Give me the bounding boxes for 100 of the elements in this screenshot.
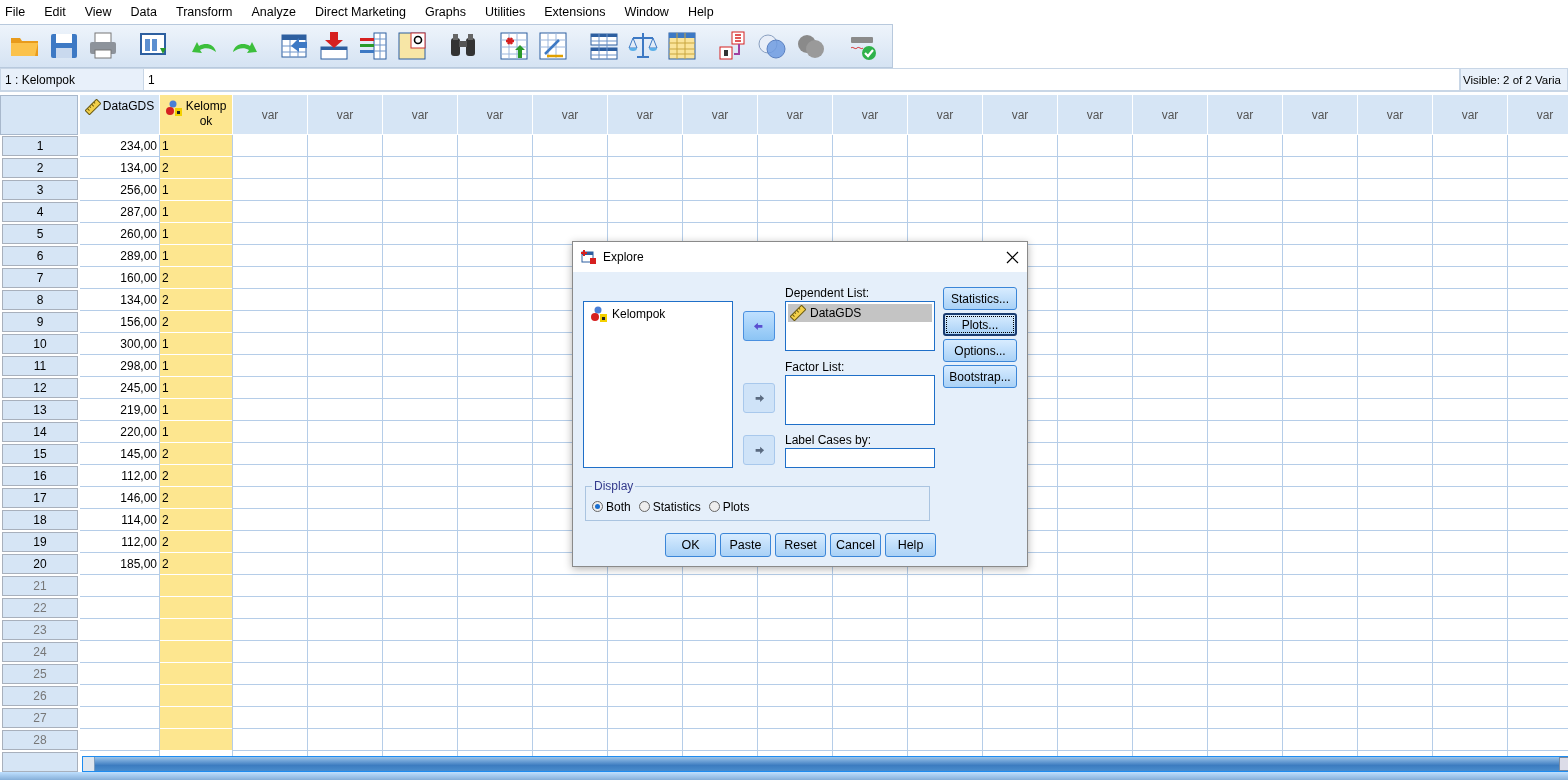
column-header[interactable]: var [1433, 95, 1508, 135]
list-item[interactable]: DataGDS [788, 304, 932, 322]
radio-button[interactable] [592, 501, 603, 512]
factor-list-label: Factor List: [785, 360, 846, 375]
menu-item[interactable]: Edit [44, 5, 75, 19]
menu-item[interactable]: Transform [176, 5, 242, 19]
column-header[interactable]: var [983, 95, 1058, 135]
row-number[interactable]: 14 [2, 422, 78, 442]
row-number[interactable]: 24 [2, 642, 78, 662]
column-header[interactable]: var [608, 95, 683, 135]
column-header[interactable]: var [383, 95, 458, 135]
dialog-button[interactable]: Paste [720, 533, 771, 557]
colored-bars-icon[interactable] [357, 30, 389, 62]
menu-item[interactable]: Direct Marketing [314, 5, 415, 19]
column-header[interactable]: var [1133, 95, 1208, 135]
column-header[interactable]: var [758, 95, 833, 135]
table-cell: 1 [160, 245, 232, 267]
row-number[interactable]: 2 [2, 158, 78, 178]
row-number[interactable]: 1 [2, 136, 78, 156]
dialog-button[interactable]: Help [885, 533, 936, 557]
dialog-button[interactable]: Reset [775, 533, 826, 557]
label-cases-field[interactable] [785, 448, 935, 468]
move-button[interactable] [743, 311, 775, 341]
row-number[interactable]: 23 [2, 620, 78, 640]
factor-list[interactable] [785, 375, 935, 425]
column-header[interactable]: var [533, 95, 608, 135]
split-table-icon[interactable] [588, 30, 620, 62]
column-header[interactable]: var [1208, 95, 1283, 135]
row-number[interactable]: 21 [2, 576, 78, 596]
column-header[interactable]: var [1508, 95, 1568, 135]
dialog-button[interactable]: Plots... [943, 313, 1017, 336]
column-header[interactable]: var [1358, 95, 1433, 135]
row-number[interactable]: 5 [2, 224, 78, 244]
column-header[interactable]: var [233, 95, 308, 135]
horizontal-scrollbar[interactable] [82, 756, 1568, 772]
row-number[interactable]: 12 [2, 378, 78, 398]
menu-item[interactable]: Help [687, 5, 723, 19]
printer-icon[interactable] [87, 30, 119, 62]
column-header[interactable]: var [1283, 95, 1358, 135]
column-header[interactable]: DataGDS [80, 95, 160, 135]
radio-option[interactable]: Plots [708, 499, 750, 514]
row-number[interactable]: 10 [2, 334, 78, 354]
table-cell: 2 [160, 157, 232, 179]
column-header[interactable]: var [458, 95, 533, 135]
table-cell [160, 685, 232, 707]
row-number[interactable]: 6 [2, 246, 78, 266]
display-group-label: Display [593, 479, 635, 493]
list-item[interactable]: Kelompok [588, 305, 728, 323]
data-grid-icon[interactable] [666, 30, 698, 62]
dependent-list[interactable]: DataGDS [785, 301, 935, 351]
nominal-variable-icon [165, 99, 183, 117]
table-cell [160, 663, 232, 685]
column-header[interactable]: var [833, 95, 908, 135]
row-number[interactable]: 22 [2, 598, 78, 618]
table-cell-text: 145,00 [119, 445, 158, 463]
radio-button[interactable] [708, 501, 720, 512]
table-chart-icon[interactable] [537, 30, 569, 62]
radio-button[interactable] [638, 501, 650, 512]
dialog-button[interactable]: OK [665, 533, 716, 557]
menu-item[interactable]: View [84, 5, 121, 19]
dialog-button[interactable]: Bootstrap... [943, 365, 1017, 388]
ruler-icon [84, 99, 101, 115]
column-header[interactable]: Kelompok [160, 95, 233, 135]
row-number[interactable]: 4 [2, 202, 78, 222]
dialog-button[interactable]: Options... [943, 339, 1017, 362]
row-number[interactable]: 28 [2, 730, 78, 750]
row-number[interactable]: 13 [2, 400, 78, 420]
column-header[interactable]: var [1058, 95, 1133, 135]
menu-item[interactable]: File [5, 5, 35, 19]
table-cell-text: 289,00 [119, 247, 158, 265]
column-header[interactable]: var [683, 95, 758, 135]
cell-value-field[interactable]: 1 [144, 68, 1460, 91]
menu-item[interactable]: Extensions [544, 5, 615, 19]
radio-option[interactable]: Statistics [638, 499, 701, 514]
row-number[interactable]: 9 [2, 312, 78, 332]
dialog-button[interactable]: Statistics... [943, 287, 1017, 310]
row-number[interactable]: 20 [2, 554, 78, 574]
menu-item[interactable]: Graphs [424, 5, 475, 19]
column-header[interactable]: var [908, 95, 983, 135]
column-header[interactable]: var [308, 95, 383, 135]
row-number[interactable]: 11 [2, 356, 78, 376]
row-number[interactable]: 16 [2, 466, 78, 486]
row-number[interactable]: 3 [2, 180, 78, 200]
menu-item[interactable]: Analyze [251, 5, 305, 19]
row-number[interactable]: 26 [2, 686, 78, 706]
row-number[interactable]: 15 [2, 444, 78, 464]
row-number[interactable]: 17 [2, 488, 78, 508]
table-cell [160, 597, 232, 619]
row-number[interactable]: 8 [2, 290, 78, 310]
menu-item[interactable]: Utilities [484, 5, 535, 19]
variable-list[interactable]: Kelompok [583, 301, 733, 468]
radio-option[interactable]: Both [592, 499, 631, 514]
row-number[interactable]: 25 [2, 664, 78, 684]
row-number[interactable]: 7 [2, 268, 78, 288]
row-number[interactable]: 19 [2, 532, 78, 552]
menu-item[interactable]: Window [624, 5, 678, 19]
menu-item[interactable]: Data [130, 5, 166, 19]
table-down-arrow-icon[interactable] [318, 30, 350, 62]
dialog-button[interactable]: Cancel [830, 533, 881, 557]
row-number[interactable]: 18 [2, 510, 78, 530]
